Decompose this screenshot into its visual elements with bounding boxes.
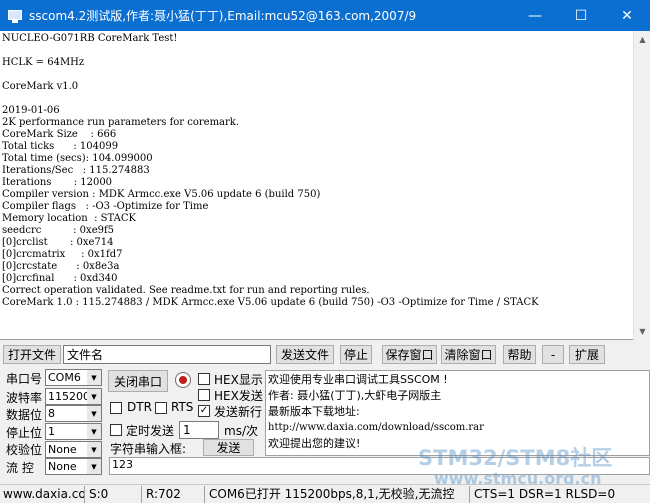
baud-select[interactable]: 115200 ▼ bbox=[45, 388, 102, 405]
terminal-line: Iterations : 12000 bbox=[2, 177, 113, 188]
send-text-input[interactable]: 123 bbox=[109, 457, 650, 475]
chevron-down-icon[interactable]: ▼ bbox=[87, 389, 101, 404]
baud-label: 波特率 bbox=[6, 391, 43, 405]
stop-button[interactable]: 停止 bbox=[340, 345, 372, 364]
terminal-line: Memory location : STACK bbox=[2, 213, 136, 224]
port-label: 串口号 bbox=[6, 372, 43, 386]
info-download-label: 最新版本下载地址: bbox=[268, 405, 360, 418]
terminal-line: HCLK = 64MHz bbox=[2, 57, 85, 68]
terminal-line: [0]crcmatrix : 0x1fd7 bbox=[2, 249, 123, 260]
expand-button[interactable]: 扩展 bbox=[569, 345, 605, 364]
dtr-checkbox[interactable] bbox=[110, 402, 122, 414]
status-bar: www.daxia.cor S:0 R:702 COM6已打开 115200bp… bbox=[0, 484, 650, 503]
string-input-label: 字符串输入框: bbox=[110, 442, 187, 456]
status-port-state: COM6已打开 115200bps,8,1,无校验,无流控 bbox=[206, 486, 470, 503]
terminal-line: Total ticks : 104099 bbox=[2, 141, 119, 152]
send-button[interactable]: 发送 bbox=[203, 439, 254, 456]
close-button[interactable]: ✕ bbox=[604, 0, 650, 31]
close-port-button[interactable]: 关闭串口 bbox=[108, 370, 168, 392]
port-select[interactable]: COM6 ▼ bbox=[45, 369, 102, 386]
info-author: 作者: 聂小猛(丁丁),大虾电子网版主 bbox=[268, 389, 442, 402]
send-file-button[interactable]: 发送文件 bbox=[276, 345, 334, 364]
terminal-line: Compiler flags : -O3 -Optimize for Time bbox=[2, 201, 209, 212]
terminal-line: 2019-01-06 bbox=[2, 105, 60, 116]
chevron-down-icon[interactable]: ▼ bbox=[87, 370, 101, 385]
stop-bits-select[interactable]: 1 ▼ bbox=[45, 423, 102, 440]
chevron-down-icon[interactable]: ▼ bbox=[87, 406, 101, 421]
status-site: www.daxia.cor bbox=[0, 486, 85, 503]
terminal-line: Iterations/Sec : 115.274883 bbox=[2, 165, 150, 176]
scroll-down-icon[interactable]: ▼ bbox=[634, 323, 650, 340]
rts-label: RTS bbox=[171, 400, 194, 414]
scroll-up-icon[interactable]: ▲ bbox=[634, 31, 650, 48]
hex-send-label: HEX发送 bbox=[214, 389, 263, 403]
minimize-button[interactable]: — bbox=[512, 0, 558, 31]
collapse-button[interactable]: - bbox=[542, 345, 564, 364]
send-newline-checkbox[interactable]: ✓ bbox=[198, 405, 210, 417]
maximize-button[interactable]: ☐ bbox=[558, 0, 604, 31]
open-file-button[interactable]: 打开文件 bbox=[3, 345, 61, 364]
terminal-line: CoreMark Size : 666 bbox=[2, 129, 117, 140]
hex-display-label: HEX显示 bbox=[214, 373, 263, 387]
status-signals: CTS=1 DSR=1 RLSD=0 bbox=[474, 487, 616, 501]
hex-send-checkbox[interactable] bbox=[198, 389, 210, 401]
interval-input[interactable]: 1 bbox=[179, 421, 219, 439]
terminal-line: CoreMark 1.0 : 115.274883 / MDK Armcc.ex… bbox=[2, 297, 539, 308]
terminal-line: [0]crcfinal : 0xd340 bbox=[2, 273, 118, 284]
info-feedback: 欢迎提出您的建议! bbox=[268, 437, 361, 450]
info-panel: 欢迎使用专业串口调试工具SSCOM ! 作者: 聂小猛(丁丁),大虾电子网版主 … bbox=[265, 370, 650, 456]
filename-input[interactable]: 文件名 bbox=[63, 345, 271, 364]
terminal-line: [0]crcstate : 0x8e3a bbox=[2, 261, 120, 272]
info-download-link[interactable]: http://www.daxia.com/download/sscom.rar bbox=[268, 420, 647, 436]
send-newline-label: 发送新行 bbox=[214, 405, 263, 419]
timed-send-checkbox[interactable] bbox=[110, 424, 122, 436]
terminal-line: NUCLEO-G071RB CoreMark Test! bbox=[2, 33, 178, 44]
terminal-line: Compiler version : MDK Armcc.exe V5.06 u… bbox=[2, 189, 321, 200]
parity-label: 校验位 bbox=[6, 443, 43, 457]
status-sent-count: S:0 bbox=[86, 486, 142, 503]
save-window-button[interactable]: 保存窗口 bbox=[382, 345, 437, 364]
timed-send-label: 定时发送 bbox=[126, 424, 175, 438]
receive-text: NUCLEO-G071RB CoreMark Test! HCLK = 64MH… bbox=[2, 33, 632, 338]
port-status-led-icon bbox=[175, 372, 191, 388]
terminal-line: [0]crclist : 0xe714 bbox=[2, 237, 114, 248]
vertical-scrollbar[interactable]: ▲ ▼ bbox=[633, 31, 650, 340]
parity-select[interactable]: None ▼ bbox=[45, 441, 102, 458]
flow-label: 流 控 bbox=[6, 461, 34, 475]
window-title: sscom4.2测试版,作者:聂小猛(丁丁),Email:mcu52@163.c… bbox=[29, 9, 417, 23]
interval-unit-label: ms/次 bbox=[224, 424, 258, 438]
chevron-down-icon[interactable]: ▼ bbox=[87, 424, 101, 439]
chevron-down-icon[interactable]: ▼ bbox=[87, 459, 101, 474]
status-received-count: R:702 bbox=[143, 486, 205, 503]
app-icon bbox=[7, 8, 23, 24]
data-bits-select[interactable]: 8 ▼ bbox=[45, 405, 102, 422]
info-welcome: 欢迎使用专业串口调试工具SSCOM ! bbox=[268, 373, 448, 386]
terminal-line: Correct operation validated. See readme.… bbox=[2, 285, 370, 296]
clear-window-button[interactable]: 清除窗口 bbox=[441, 345, 496, 364]
rts-checkbox[interactable] bbox=[155, 402, 167, 414]
terminal-line: Total time (secs): 104.099000 bbox=[2, 153, 153, 164]
stop-bits-label: 停止位 bbox=[6, 426, 43, 440]
chevron-down-icon[interactable]: ▼ bbox=[87, 442, 101, 457]
help-button[interactable]: 帮助 bbox=[503, 345, 536, 364]
terminal-line: CoreMark v1.0 bbox=[2, 81, 79, 92]
data-bits-label: 数据位 bbox=[6, 408, 43, 422]
hex-display-checkbox[interactable] bbox=[198, 373, 210, 385]
dtr-label: DTR bbox=[127, 400, 152, 414]
title-bar: sscom4.2测试版,作者:聂小猛(丁丁),Email:mcu52@163.c… bbox=[0, 0, 650, 31]
flow-select[interactable]: None ▼ bbox=[45, 458, 102, 475]
terminal-line: 2K performance run parameters for corema… bbox=[2, 117, 240, 128]
terminal-line: seedcrc : 0xe9f5 bbox=[2, 225, 115, 236]
receive-area[interactable]: NUCLEO-G071RB CoreMark Test! HCLK = 64MH… bbox=[0, 31, 650, 340]
